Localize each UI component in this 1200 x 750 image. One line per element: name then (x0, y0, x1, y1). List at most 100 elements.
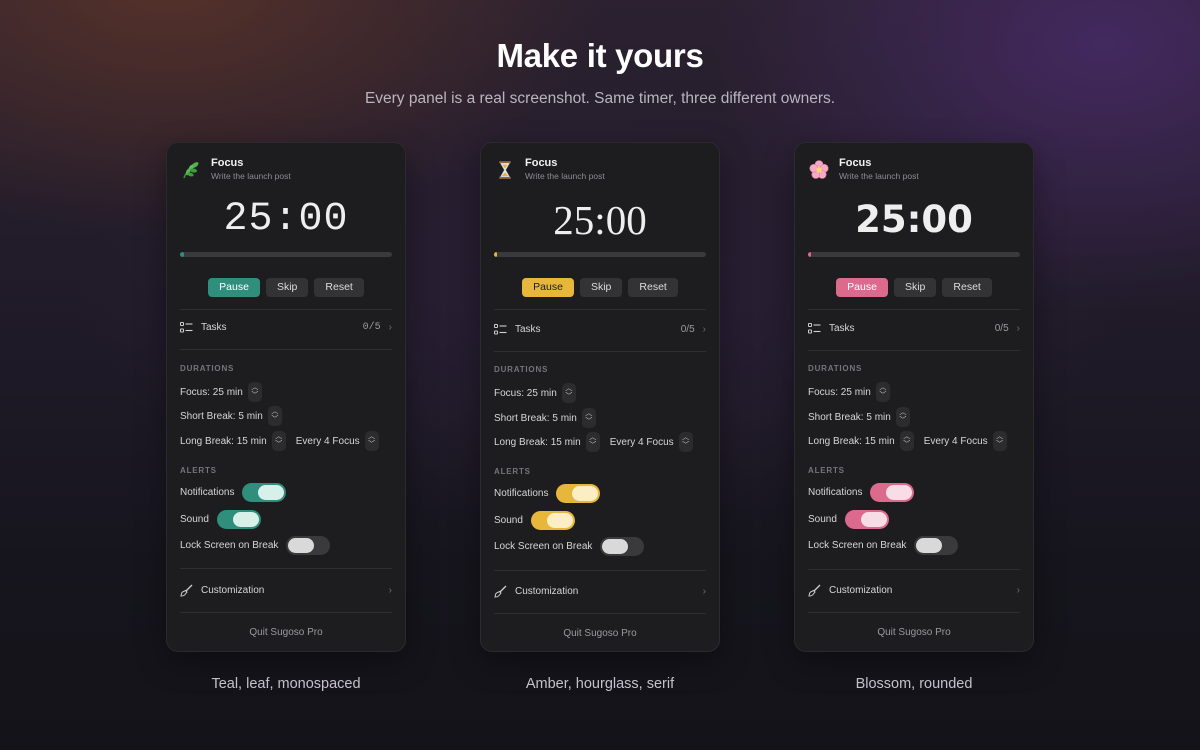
alerts-label: ALERTS (180, 466, 217, 475)
focus-duration-stepper[interactable]: ︿ ﹀ (247, 382, 262, 402)
customization-label: Customization (201, 585, 265, 596)
divider (494, 613, 706, 614)
long-break-label: Long Break: 15 min (180, 435, 267, 447)
pause-button[interactable]: Pause (522, 278, 574, 297)
focus-duration-row: Focus: 25 min ︿ ﹀ (808, 382, 1020, 402)
chevron-down-icon: ﹀ (879, 392, 887, 399)
checklist-icon (180, 322, 193, 333)
tasks-row[interactable]: Tasks 0/5 › (180, 322, 392, 333)
chevron-up-icon: ︿ (585, 410, 593, 417)
lock-screen-row: Lock Screen on Break (808, 536, 1020, 555)
divider (494, 309, 706, 310)
notifications-row: Notifications (494, 484, 706, 503)
sound-toggle[interactable] (216, 510, 261, 529)
chevron-right-icon: › (388, 322, 392, 333)
chevron-down-icon: ﹀ (565, 393, 573, 400)
skip-button[interactable]: Skip (579, 278, 623, 297)
tasks-label: Tasks (201, 322, 227, 333)
lock-screen-toggle[interactable] (914, 536, 959, 555)
durations-label: DURATIONS (180, 364, 235, 373)
customization-row[interactable]: Customization › (180, 584, 392, 597)
alerts-label: ALERTS (808, 466, 845, 475)
session-title: Focus (525, 157, 558, 169)
skip-button[interactable]: Skip (893, 278, 937, 297)
lock-screen-toggle[interactable] (286, 536, 331, 555)
chevron-right-icon: › (1016, 585, 1020, 596)
focus-duration-stepper[interactable]: ︿ ﹀ (561, 383, 576, 403)
chevron-up-icon: ︿ (879, 384, 887, 391)
toggle-knob (546, 513, 573, 528)
short-break-stepper[interactable]: ︿ ﹀ (895, 407, 910, 427)
skip-button[interactable]: Skip (265, 278, 309, 297)
short-break-stepper[interactable]: ︿ ﹀ (581, 408, 596, 428)
toggle-knob (860, 512, 887, 527)
focus-duration-label: Focus: 25 min (808, 386, 871, 398)
chevron-down-icon: ﹀ (589, 442, 597, 449)
chevron-up-icon: ︿ (368, 433, 376, 440)
divider (808, 350, 1020, 351)
long-break-stepper[interactable]: ︿ ﹀ (585, 432, 600, 452)
long-break-interval-stepper[interactable]: ︿ ﹀ (678, 432, 693, 452)
long-break-label: Long Break: 15 min (808, 435, 895, 447)
chevron-up-icon: ︿ (903, 433, 911, 440)
short-break-stepper[interactable]: ︿ ﹀ (267, 406, 282, 426)
tasks-count: 0/5 (994, 323, 1009, 334)
sound-toggle[interactable] (844, 510, 889, 529)
chevron-down-icon: ﹀ (903, 441, 911, 448)
divider (808, 569, 1020, 570)
focus-duration-label: Focus: 25 min (494, 387, 557, 399)
blossom-icon (808, 159, 830, 181)
long-break-stepper[interactable]: ︿ ﹀ (899, 431, 914, 451)
customization-row[interactable]: Customization › (494, 585, 706, 598)
chevron-down-icon: ﹀ (899, 417, 907, 424)
quit-button[interactable]: Quit Sugoso Pro (167, 627, 405, 638)
notifications-toggle[interactable] (870, 483, 915, 502)
notifications-toggle[interactable] (242, 483, 287, 502)
lock-screen-label: Lock Screen on Break (808, 540, 907, 551)
tasks-count: 0/5 (362, 322, 381, 333)
timer-panel: Focus Write the launch post 25:00 Pause … (166, 142, 406, 652)
chevron-up-icon: ︿ (899, 409, 907, 416)
customization-row[interactable]: Customization › (808, 584, 1020, 597)
pause-button[interactable]: Pause (836, 278, 888, 297)
chevron-up-icon: ︿ (275, 433, 283, 440)
chevron-up-icon: ︿ (565, 385, 573, 392)
short-break-row: Short Break: 5 min ︿ ﹀ (808, 407, 1020, 427)
long-break-interval-label: Every 4 Focus (923, 435, 988, 447)
reset-button[interactable]: Reset (314, 278, 364, 297)
progress-bar (180, 252, 392, 257)
leaf-icon (180, 159, 202, 181)
quit-button[interactable]: Quit Sugoso Pro (481, 628, 719, 639)
pause-button[interactable]: Pause (208, 278, 260, 297)
toggle-knob (258, 485, 285, 500)
chevron-right-icon: › (702, 586, 706, 597)
session-subtitle: Write the launch post (211, 171, 291, 181)
divider (180, 309, 392, 310)
divider (180, 349, 392, 350)
tasks-row[interactable]: Tasks 0/5 › (808, 323, 1020, 334)
notifications-toggle[interactable] (556, 484, 601, 503)
progress-fill (494, 252, 498, 257)
long-break-stepper[interactable]: ︿ ﹀ (271, 431, 286, 451)
quit-button[interactable]: Quit Sugoso Pro (795, 627, 1033, 638)
long-break-row: Long Break: 15 min ︿ ﹀ Every 4 Focus ︿ ﹀ (808, 431, 1020, 451)
long-break-interval-label: Every 4 Focus (295, 435, 360, 447)
long-break-interval-stepper[interactable]: ︿ ﹀ (992, 431, 1007, 451)
sound-toggle[interactable] (530, 511, 575, 530)
lock-screen-label: Lock Screen on Break (494, 541, 593, 552)
short-break-row: Short Break: 5 min ︿ ﹀ (180, 406, 392, 426)
session-title: Focus (211, 157, 244, 169)
focus-duration-stepper[interactable]: ︿ ﹀ (875, 382, 890, 402)
reset-button[interactable]: Reset (628, 278, 678, 297)
tasks-row[interactable]: Tasks 0/5 › (494, 324, 706, 335)
chevron-up-icon: ︿ (589, 434, 597, 441)
reset-button[interactable]: Reset (942, 278, 992, 297)
sound-label: Sound (494, 515, 523, 526)
divider (808, 612, 1020, 613)
chevron-down-icon: ﹀ (271, 416, 279, 423)
lock-screen-toggle[interactable] (600, 537, 645, 556)
durations-label: DURATIONS (808, 364, 863, 373)
panel-caption: Teal, leaf, monospaced (211, 676, 361, 692)
long-break-interval-stepper[interactable]: ︿ ﹀ (364, 431, 379, 451)
divider (494, 351, 706, 352)
